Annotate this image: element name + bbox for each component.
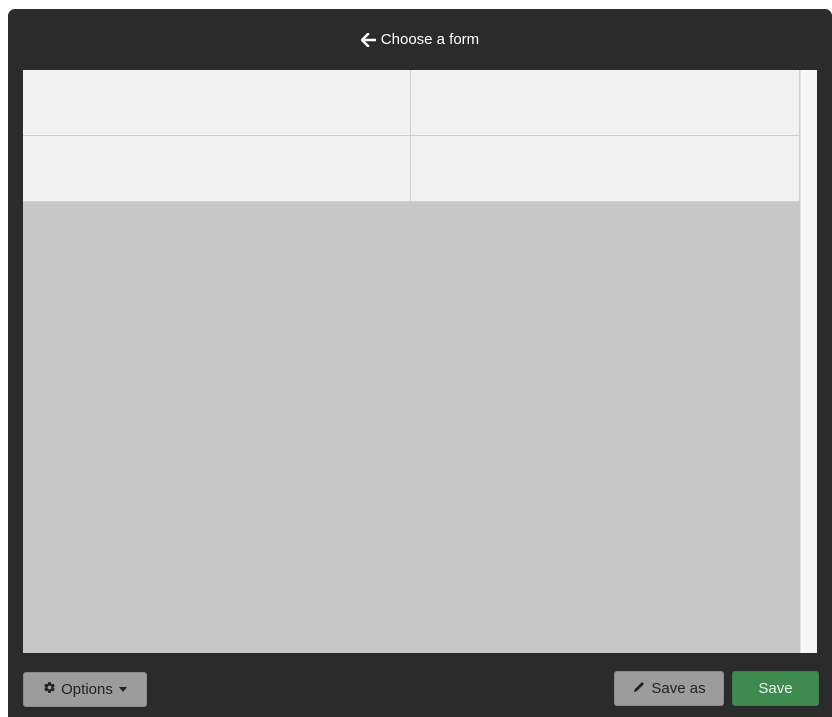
header-bar: Choose a form xyxy=(8,9,832,70)
footer-bar: Options Save as Save xyxy=(8,653,832,717)
header-title: Choose a form xyxy=(380,31,480,48)
choose-form-back-link[interactable]: Choose a form xyxy=(360,31,480,48)
form-cell[interactable] xyxy=(411,70,800,136)
form-list-panel xyxy=(23,70,817,653)
gear-icon xyxy=(43,681,56,698)
form-cell[interactable] xyxy=(23,136,411,202)
pencil-icon xyxy=(632,680,646,698)
caret-down-icon xyxy=(118,687,127,692)
form-grid xyxy=(23,70,800,202)
save-as-label: Save as xyxy=(651,680,706,697)
options-label: Options xyxy=(61,681,113,698)
form-cell[interactable] xyxy=(411,136,800,202)
form-cell[interactable] xyxy=(23,70,411,136)
form-chooser-window: Choose a form Options Save as Save xyxy=(8,9,832,717)
options-button[interactable]: Options xyxy=(23,672,147,707)
arrow-left-icon xyxy=(360,32,376,47)
save-button[interactable]: Save xyxy=(732,671,819,706)
save-as-button[interactable]: Save as xyxy=(614,671,724,706)
vertical-scrollbar[interactable] xyxy=(800,70,817,653)
